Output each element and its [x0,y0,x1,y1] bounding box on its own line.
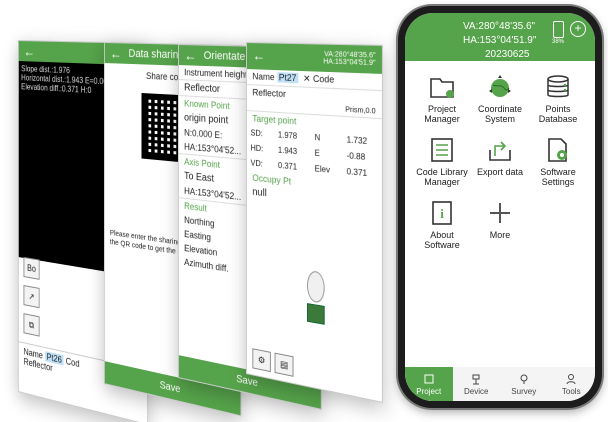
code-label[interactable]: Code [313,74,334,85]
software-settings-button[interactable]: Software Settings [529,136,587,187]
tab-survey[interactable]: Survey [500,367,548,401]
settings-doc-icon [544,136,572,164]
book-icon [428,136,456,164]
database-icon [544,73,572,101]
bottom-tools: ⚙ ▤ [252,348,294,377]
phone-screen: VA:280°48'35.6" HA:153°04'51.9" 20230625… [405,13,595,401]
tab-label: Tools [561,386,581,396]
folder-gear-icon [428,73,456,101]
app-label: More [489,230,511,240]
tool-button-3[interactable]: ⧉ [23,313,40,337]
tools-icon [566,373,576,384]
date-label: 20230625 [485,49,530,60]
app-label: Export data [476,167,524,177]
app-label: Project Manager [424,104,460,124]
device-icon [472,374,480,384]
ha-reading: HA:153°04'51.9" [463,35,537,46]
phone-frame: VA:280°48'35.6" HA:153°04'51.9" 20230625… [398,6,602,408]
app-label: Software Settings [540,167,576,187]
back-icon[interactable]: ← [184,47,196,63]
tool-button-1[interactable]: Bo [23,256,40,280]
tool-button-2[interactable]: ↗ [23,285,40,309]
battery-icon [553,21,564,38]
tab-device[interactable]: Device [453,367,501,401]
svg-text:i: i [440,206,444,221]
ha-reading: HA:153°04'51.9" [323,58,376,68]
name-label: Name [252,71,275,83]
tab-label: Survey [511,386,537,396]
document-icon[interactable]: ▤ [274,352,294,377]
export-data-button[interactable]: Export data [471,136,529,187]
screen-title: Data sharing [128,47,184,62]
header-bar: ← VA:280°48'35.6" HA:153°04'51.9" [246,43,382,74]
name-input[interactable]: Pt27 [276,72,299,84]
screenshot-collage: ← Slope dist.:1.976 Horizontal dist.:1.9… [0,0,400,422]
plus-icon [486,199,514,227]
app-label: About Software [424,230,460,250]
va-reading: VA:280°48'35.6" [463,21,536,32]
about-software-button[interactable]: i About Software [413,199,471,250]
back-icon[interactable]: ← [252,47,265,63]
back-icon[interactable]: ← [24,43,35,59]
app-label: Coordinate System [477,104,523,124]
map-toolbar: Bo ↗ ⧉ [23,256,40,337]
globe-icon [486,73,514,101]
info-icon: i [428,199,456,227]
app-label: Points Database [538,104,578,124]
project-icon [424,374,434,383]
survey-icon [520,374,528,384]
gear-icon[interactable]: ⚙ [252,348,271,373]
more-button[interactable]: More [471,199,529,250]
project-manager-button[interactable]: Project Manager [413,73,471,124]
points-database-button[interactable]: Points Database [529,73,587,124]
app-label: Code Library Manager [416,167,468,187]
battery-level: 38% [552,39,565,45]
export-icon [486,136,514,164]
add-icon[interactable]: + [570,21,586,37]
bottom-tab-bar: Project Device Survey Tools [405,367,595,401]
status-header: VA:280°48'35.6" HA:153°04'51.9" 20230625… [405,13,595,61]
surveyor-icon [305,269,327,325]
stakeout-screen: ← VA:280°48'35.6" HA:153°04'51.9" Name P… [246,42,383,403]
app-grid: Project Manager Coordinate System Points… [413,73,587,250]
code-library-manager-button[interactable]: Code Library Manager [413,136,471,187]
tab-label: Device [464,386,489,396]
tab-project[interactable]: Project [405,367,453,401]
tab-tools[interactable]: Tools [548,367,596,401]
coordinate-system-button[interactable]: Coordinate System [471,73,529,124]
tab-label: Project [416,386,442,396]
screen-title: Orientate [203,49,246,64]
back-icon[interactable]: ← [110,45,122,61]
